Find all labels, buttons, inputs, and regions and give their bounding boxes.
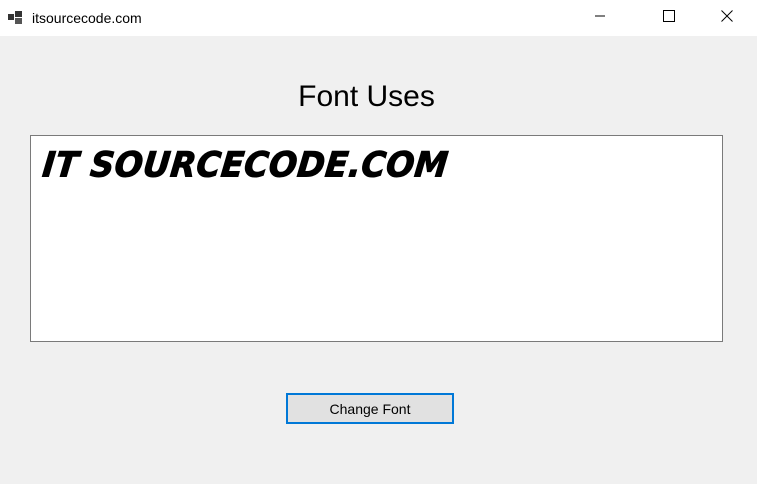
minimize-button[interactable] [577,0,623,36]
change-font-button[interactable]: Change Font [286,393,454,424]
textbox-text: IT SOURCECODE.COM [40,143,451,185]
maximize-button[interactable] [646,0,692,36]
font-preview-textbox[interactable]: IT SOURCECODE.COM [30,135,723,342]
minimize-icon [594,9,606,27]
title-bar[interactable]: itsourcecode.com [0,0,757,36]
maximize-icon [663,9,675,27]
window-title: itsourcecode.com [32,10,142,26]
page-heading: Font Uses [298,80,435,113]
close-icon [721,9,733,27]
app-window-icon [8,10,24,26]
close-button[interactable] [704,0,750,36]
